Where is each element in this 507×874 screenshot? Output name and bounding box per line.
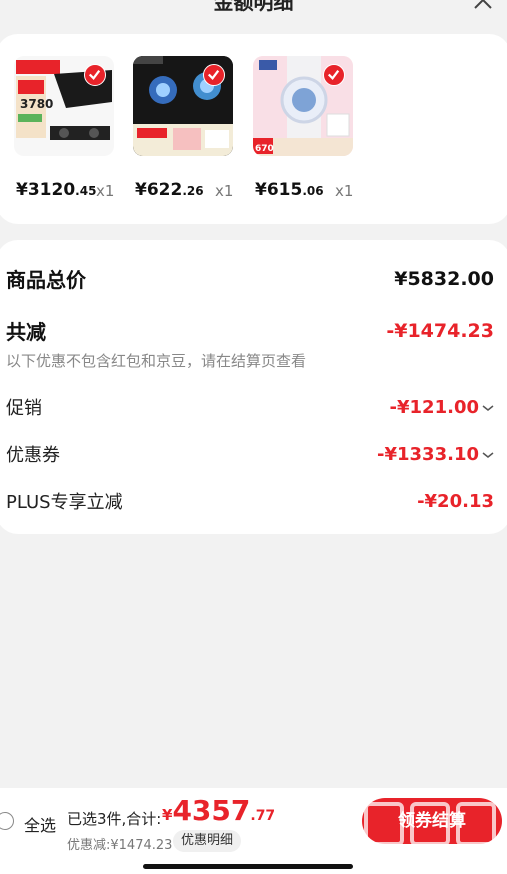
selected-summary: 已选3件,合计: [67,810,162,828]
discount-note: 以下优惠不包含红包和京豆，请在结算页查看 [6,352,307,370]
product-qty: x1 [335,182,354,200]
check-icon[interactable] [84,64,106,86]
products-card: 3780 ¥3120.45 x1 ¥622.26 x1 670 ¥615.06 … [0,34,507,224]
total-value: ¥5832.00 [394,267,494,290]
check-icon[interactable] [323,64,345,86]
promo-row[interactable]: 促销 -¥121.00 [6,394,494,420]
product-qty: x1 [96,182,115,200]
close-icon[interactable] [471,0,495,12]
svg-text:3780: 3780 [20,97,53,111]
product-item[interactable]: ¥622.26 x1 [133,34,253,214]
coupon-value-wrap: -¥1333.10 [377,444,494,465]
reduce-value: -¥1474.23 [386,319,494,342]
plus-row: PLUS专享立减 -¥20.13 [6,488,494,514]
reduce-label: 共减 [6,320,46,344]
chevron-down-icon[interactable] [482,404,494,412]
checkout-button[interactable]: 领券结算 [362,798,502,844]
coupon-value: -¥1333.10 [377,443,479,465]
total-price: ¥4357.77 [162,794,276,827]
promo-value-wrap: -¥121.00 [390,397,494,418]
discount-summary: 优惠减:¥1474.23 [67,838,173,853]
summary-card: 商品总价 ¥5832.00 共减 -¥1474.23 以下优惠不包含红包和京豆，… [0,240,507,534]
product-thumbnail: 3780 [14,56,114,156]
select-all-label[interactable]: 全选 [24,812,56,836]
header: 金额明细 [0,0,507,30]
coupon-row[interactable]: 优惠券 -¥1333.10 [6,441,494,467]
page-title: 金额明细 [213,0,294,14]
plus-value: -¥20.13 [417,490,494,512]
product-thumbnail: 670 [253,56,353,156]
total-row: 商品总价 ¥5832.00 [6,264,494,293]
discount-detail-button[interactable]: 优惠明细 [173,830,242,852]
promo-value: -¥121.00 [389,396,479,418]
home-indicator [143,864,353,869]
product-price: ¥622.26 [135,180,204,200]
product-thumbnail [133,56,233,156]
select-all-radio[interactable] [0,812,14,830]
check-icon[interactable] [203,64,225,86]
total-label: 商品总价 [6,268,86,292]
product-qty: x1 [215,182,234,200]
product-item[interactable]: 670 ¥615.06 x1 [253,34,373,214]
chevron-down-icon[interactable] [482,451,494,459]
plus-label: PLUS专享立减 [6,492,123,513]
bottom-bar: 全选 已选3件,合计: ¥4357.77 优惠减:¥1474.23 优惠明细 领… [0,788,507,874]
svg-text:670: 670 [255,144,274,154]
coupon-label: 优惠券 [6,445,60,466]
product-item[interactable]: 3780 ¥3120.45 x1 [14,34,134,214]
product-price: ¥3120.45 [16,180,97,200]
product-price: ¥615.06 [255,180,324,200]
reduce-row: 共减 -¥1474.23 [6,316,494,345]
promo-label: 促销 [6,398,42,419]
